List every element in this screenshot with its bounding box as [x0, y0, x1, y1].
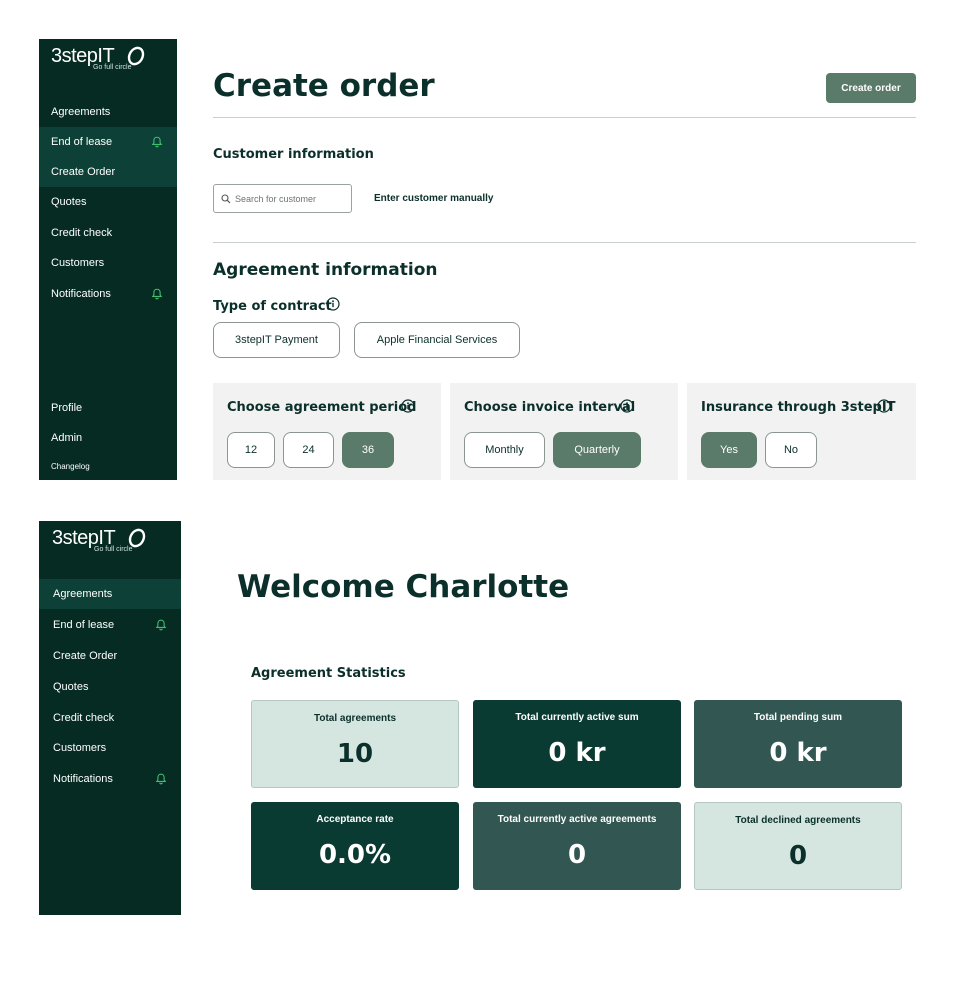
sidebar-item-label: End of lease	[53, 619, 115, 631]
insurance-card: Insurance through 3stepIT Yes No	[687, 383, 916, 480]
sidebar-item-label: Customers	[53, 742, 107, 754]
sidebar-item-label: Quotes	[53, 681, 89, 693]
sidebar-item-label: Agreements	[51, 106, 111, 118]
enter-customer-manually-link[interactable]: Enter customer manually	[374, 193, 493, 204]
stat-value: 10	[336, 739, 374, 769]
stat-value: 0	[788, 841, 808, 871]
sidebar-item-label: Profile	[51, 402, 83, 414]
info-icon[interactable]	[326, 297, 340, 311]
invoice-option-monthly[interactable]: Monthly	[464, 432, 545, 468]
sidebar-item-label: Credit check	[51, 227, 113, 239]
brand-tagline: Go full circle	[94, 546, 133, 553]
stat-value: 0	[567, 840, 587, 870]
invoice-interval-card: Choose invoice interval Monthly Quarterl…	[450, 383, 678, 480]
brand-logo[interactable]: 3stepIT Go full circle	[51, 45, 145, 75]
info-icon[interactable]	[620, 399, 634, 413]
sidebar-item-notifications[interactable]: Notifications	[39, 279, 177, 309]
stat-value: 0 kr	[548, 738, 606, 768]
search-icon	[221, 194, 231, 204]
sidebar-item-admin[interactable]: Admin	[39, 423, 177, 453]
stat-label: Total currently active sum	[515, 712, 639, 723]
sidebar-item-agreements[interactable]: Agreements	[39, 579, 181, 609]
sidebar-item-label: Credit check	[53, 712, 115, 724]
insurance-option-no[interactable]: No	[765, 432, 817, 468]
divider	[213, 117, 916, 118]
contract-type-label: Type of contract	[213, 299, 332, 314]
sidebar-item-quotes[interactable]: Quotes	[39, 187, 177, 217]
invoice-option-quarterly[interactable]: Quarterly	[553, 432, 641, 468]
sidebar-item-label: Notifications	[53, 773, 113, 785]
sidebar-item-changelog[interactable]: Changelog	[39, 452, 177, 482]
page-title: Welcome Charlotte	[237, 569, 570, 605]
sidebar-item-end-of-lease[interactable]: End of lease	[39, 610, 181, 640]
card-title: Choose agreement period	[227, 400, 417, 415]
stat-card-total-active-agreements: Total currently active agreements 0	[473, 802, 681, 890]
insurance-option-yes[interactable]: Yes	[701, 432, 757, 468]
sidebar-item-label: Admin	[51, 432, 83, 444]
search-input[interactable]	[235, 189, 347, 208]
agreement-period-card: Choose agreement period 12 24 36	[213, 383, 441, 480]
sidebar-item-label: Agreements	[53, 588, 113, 600]
sidebar-item-label: Customers	[51, 257, 105, 269]
period-option-24[interactable]: 24	[283, 432, 334, 468]
sidebar-item-label: Changelog	[51, 462, 90, 471]
info-icon[interactable]	[877, 399, 891, 413]
sidebar-item-label: Notifications	[51, 288, 111, 300]
stat-label: Total pending sum	[753, 712, 843, 723]
stat-label: Total declined agreements	[735, 815, 861, 826]
stat-card-total-declined-agreements: Total declined agreements 0	[694, 802, 902, 890]
stat-card-total-pending-sum: Total pending sum 0 kr	[694, 700, 902, 788]
customer-section-title: Customer information	[213, 147, 374, 162]
create-order-button[interactable]: Create order	[826, 73, 916, 103]
sidebar-item-create-order[interactable]: Create Order	[39, 157, 177, 187]
sidebar-item-label: Create Order	[53, 650, 118, 662]
sidebar-item-customers[interactable]: Customers	[39, 248, 177, 278]
bell-icon	[151, 136, 163, 148]
stat-label: Total currently active agreements	[497, 814, 657, 825]
info-icon[interactable]	[401, 399, 415, 413]
stat-label: Total agreements	[313, 713, 397, 724]
card-title: Choose invoice interval	[464, 400, 636, 415]
period-option-12[interactable]: 12	[227, 432, 275, 468]
divider	[213, 242, 916, 243]
brand-logo[interactable]: 3stepIT Go full circle	[52, 527, 146, 557]
bell-icon	[155, 773, 167, 785]
agreement-section-title: Agreement information	[213, 260, 438, 280]
sidebar: 3stepIT Go full circle Agreements End of…	[39, 39, 177, 480]
stat-value: 0 kr	[769, 738, 827, 768]
sidebar-item-credit-check[interactable]: Credit check	[39, 218, 177, 248]
stats-section-title: Agreement Statistics	[251, 666, 406, 681]
sidebar-item-agreements[interactable]: Agreements	[39, 97, 177, 127]
stat-card-total-active-sum: Total currently active sum 0 kr	[473, 700, 681, 788]
sidebar-item-label: Quotes	[51, 196, 87, 208]
customer-search-field[interactable]	[213, 184, 352, 213]
sidebar: 3stepIT Go full circle Agreements End of…	[39, 521, 181, 915]
sidebar-item-credit-check[interactable]: Credit check	[39, 703, 181, 733]
sidebar-item-label: Create Order	[51, 166, 116, 178]
page-title: Create order	[213, 68, 435, 104]
contract-option-3stepit-payment[interactable]: 3stepIT Payment	[213, 322, 340, 358]
period-option-36[interactable]: 36	[342, 432, 394, 468]
sidebar-item-profile[interactable]: Profile	[39, 393, 177, 423]
bell-icon	[151, 288, 163, 300]
bell-icon	[155, 619, 167, 631]
brand-tagline: Go full circle	[93, 64, 132, 71]
stat-value: 0.0%	[318, 840, 392, 870]
sidebar-item-customers[interactable]: Customers	[39, 733, 181, 763]
sidebar-item-end-of-lease[interactable]: End of lease	[39, 127, 177, 157]
sidebar-item-label: End of lease	[51, 136, 113, 148]
sidebar-item-create-order[interactable]: Create Order	[39, 641, 181, 671]
sidebar-item-quotes[interactable]: Quotes	[39, 672, 181, 702]
stat-card-acceptance-rate: Acceptance rate 0.0%	[251, 802, 459, 890]
stat-card-total-agreements: Total agreements 10	[251, 700, 459, 788]
card-title: Insurance through 3stepIT	[701, 400, 896, 415]
contract-option-apple-financial-services[interactable]: Apple Financial Services	[354, 322, 520, 358]
stat-label: Acceptance rate	[316, 814, 394, 825]
sidebar-item-notifications[interactable]: Notifications	[39, 764, 181, 794]
